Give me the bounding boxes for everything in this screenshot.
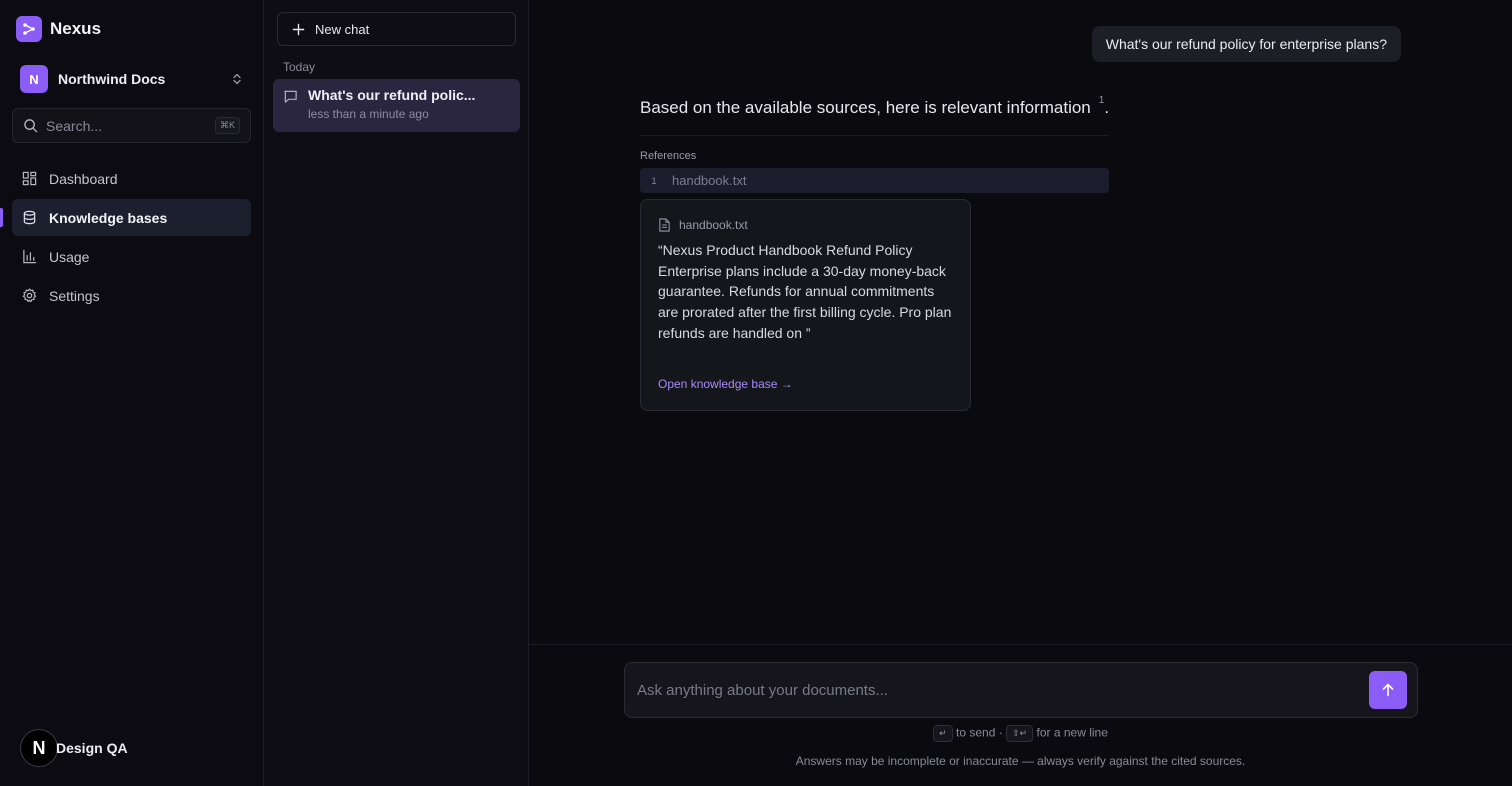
user-profile[interactable]: N Design QA (20, 729, 130, 767)
search-box[interactable]: Search... ⌘K (12, 108, 251, 143)
new-chat-button[interactable]: New chat (277, 12, 516, 46)
bar-chart-icon (23, 249, 37, 264)
sidebar-nav: Dashboard Knowledge bases Usage Settings (12, 160, 251, 316)
arrow-up-icon (1382, 683, 1394, 697)
chevron-up-down-icon (233, 73, 241, 85)
sidebar-item-knowledge-bases[interactable]: Knowledge bases (12, 199, 251, 236)
reference-filename: handbook.txt (672, 173, 747, 188)
active-nav-indicator (0, 208, 3, 227)
sidebar-item-label: Usage (49, 248, 90, 265)
brand[interactable]: Nexus (16, 16, 101, 42)
dashboard-icon (22, 171, 37, 186)
send-button[interactable] (1369, 671, 1407, 709)
workspace-switcher[interactable]: N Northwind Docs (12, 60, 252, 98)
assistant-answer: Based on the available sources, here is … (640, 95, 1110, 118)
shift-enter-key: ⇧↵ (1006, 725, 1034, 742)
answer-divider (640, 135, 1109, 136)
sidebar-item-label: Dashboard (49, 170, 118, 187)
reference-number: 1 (651, 175, 657, 186)
search-shortcut: ⌘K (214, 117, 240, 134)
file-icon (659, 218, 670, 232)
citation-marker[interactable]: 1 (1099, 95, 1105, 106)
popover-filename: handbook.txt (679, 218, 748, 232)
keyboard-hint: ↵ to send · ⇧↵ for a new line (529, 725, 1512, 742)
user-message-bubble: What's our refund policy for enterprise … (1091, 26, 1401, 62)
composer-divider (529, 644, 1512, 645)
sidebar-item-dashboard[interactable]: Dashboard (12, 160, 251, 197)
answer-end: . (1104, 98, 1110, 117)
user-name: Design QA (56, 740, 128, 756)
reference-item[interactable]: 1 handbook.txt (640, 168, 1109, 193)
plus-icon (292, 23, 305, 35)
chat-group-label: Today (283, 60, 316, 74)
message-input[interactable] (637, 681, 1369, 699)
database-icon (23, 210, 36, 225)
sidebar-item-settings[interactable]: Settings (12, 277, 251, 314)
new-chat-label: New chat (315, 21, 370, 37)
answer-text: Based on the available sources, here is … (640, 98, 1091, 117)
search-icon (24, 119, 38, 133)
send-hint-text: to send · (956, 725, 1003, 740)
open-knowledge-base-link[interactable]: Open knowledge base → (658, 377, 793, 391)
chat-list-item[interactable]: What's our refund polic... less than a m… (273, 79, 520, 132)
newline-hint-text: for a new line (1036, 725, 1108, 740)
composer (624, 662, 1418, 718)
sidebar-item-usage[interactable]: Usage (12, 238, 251, 275)
search-placeholder: Search... (46, 117, 103, 134)
message-icon (284, 90, 297, 103)
avatar: N (20, 729, 58, 767)
enter-key: ↵ (933, 725, 953, 742)
chat-history-panel: New chat Today What's our refund polic..… (264, 0, 529, 786)
sidebar: Nexus N Northwind Docs Search... ⌘K Dash… (0, 0, 264, 786)
workspace-avatar: N (20, 65, 48, 93)
disclaimer: Answers may be incomplete or inaccurate … (795, 754, 1246, 768)
nexus-logo-icon (16, 16, 42, 42)
workspace-name: Northwind Docs (58, 71, 166, 87)
app-name: Nexus (50, 19, 102, 38)
gear-icon (22, 288, 37, 303)
references-label: References (640, 150, 697, 162)
chat-title: What's our refund polic... (308, 87, 476, 103)
citation-popover: handbook.txt “Nexus Product Handbook Ref… (640, 199, 971, 411)
sidebar-item-label: Settings (49, 287, 100, 304)
conversation-pane: What's our refund policy for enterprise … (529, 0, 1512, 786)
sidebar-item-label: Knowledge bases (49, 209, 168, 226)
chat-timestamp: less than a minute ago (308, 107, 429, 121)
popover-excerpt: “Nexus Product Handbook Refund Policy En… (658, 242, 952, 341)
